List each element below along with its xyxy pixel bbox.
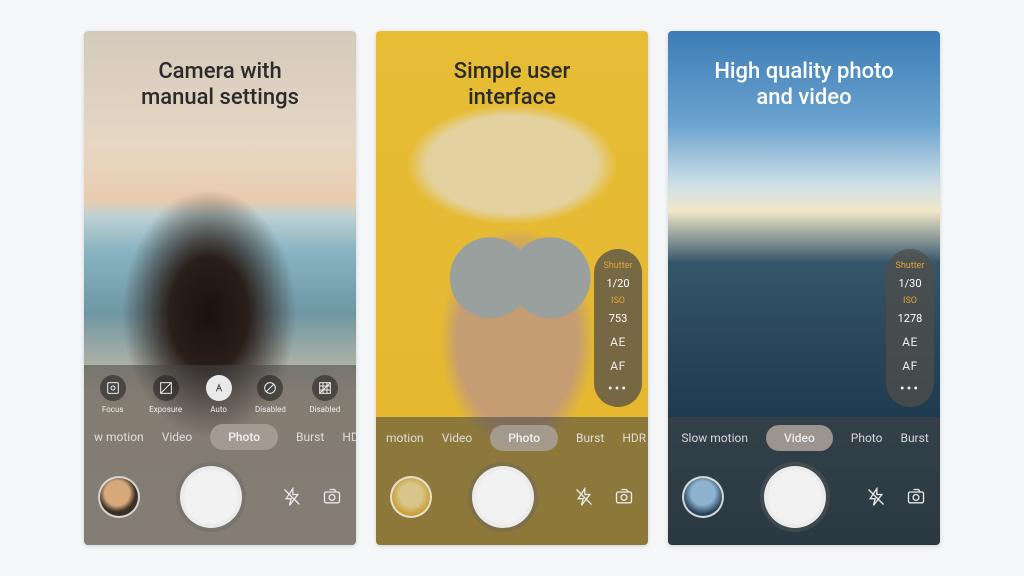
pro-readout-panel: Shutter 1/20 ISO 753 AE AF ••• <box>594 249 642 407</box>
switch-camera-icon[interactable] <box>322 487 342 507</box>
right-control-group <box>866 487 926 507</box>
panel-iso-label: ISO <box>903 296 917 306</box>
manual-settings-row: Focus Exposure Auto Disabled Disabled <box>84 365 356 416</box>
mode-burst[interactable]: Burst <box>296 430 324 444</box>
mode-slow-motion-cut[interactable]: w motion <box>94 430 144 444</box>
mode-burst[interactable]: Burst <box>576 431 604 445</box>
focus-icon <box>100 375 126 401</box>
right-control-group <box>574 487 634 507</box>
switch-camera-icon[interactable] <box>614 487 634 507</box>
mode-video-active[interactable]: Video <box>766 425 833 451</box>
mode-burst[interactable]: Burst <box>900 431 928 445</box>
manual-disabled-button-1[interactable]: Disabled <box>255 375 286 414</box>
manual-label: Focus <box>102 405 124 414</box>
exposure-icon <box>153 375 179 401</box>
right-control-group <box>282 487 342 507</box>
app-screenshot-2: Simple user interface Shutter 1/20 ISO 7… <box>376 31 648 545</box>
marketing-headline: High quality photo and video <box>668 59 940 112</box>
camera-control-overlay: Focus Exposure Auto Disabled Disabled w … <box>84 365 356 545</box>
flash-off-icon[interactable] <box>282 487 302 507</box>
mode-slow-motion[interactable]: Slow motion <box>681 431 748 445</box>
mode-hdr[interactable]: HDR <box>342 430 356 444</box>
mode-video[interactable]: Video <box>162 430 193 444</box>
panel-shutter-value: 1/30 <box>898 277 921 290</box>
manual-exposure-button[interactable]: Exposure <box>149 375 182 414</box>
panel-af-button[interactable]: AF <box>902 359 917 373</box>
gallery-thumbnail[interactable] <box>682 476 724 518</box>
mode-video[interactable]: Video <box>442 431 473 445</box>
shutter-row <box>668 459 940 545</box>
mode-slow-motion-cut[interactable]: motion <box>386 431 424 445</box>
app-screenshot-1: Camera with manual settings Focus Exposu… <box>84 31 356 545</box>
capture-mode-strip[interactable]: w motion Video Photo Burst HDR <box>84 416 356 458</box>
mode-photo-active[interactable]: Photo <box>210 424 278 450</box>
shutter-row <box>84 458 356 545</box>
shutter-button[interactable] <box>180 466 242 528</box>
camera-control-overlay: motion Video Photo Burst HDR <box>376 417 648 545</box>
panel-af-button[interactable]: AF <box>610 359 625 373</box>
panel-iso-value: 753 <box>609 312 628 325</box>
manual-focus-button[interactable]: Focus <box>100 375 126 414</box>
shutter-button[interactable] <box>764 466 826 528</box>
panel-ae-button[interactable]: AE <box>610 335 626 349</box>
app-screenshot-3: High quality photo and video Shutter 1/3… <box>668 31 940 545</box>
capture-mode-strip[interactable]: motion Video Photo Burst HDR <box>376 417 648 459</box>
mode-photo[interactable]: Photo <box>851 431 883 445</box>
panel-more-button[interactable]: ••• <box>900 381 920 397</box>
marketing-headline: Camera with manual settings <box>84 59 356 112</box>
switch-camera-icon[interactable] <box>906 487 926 507</box>
flash-off-icon[interactable] <box>574 487 594 507</box>
manual-label: Disabled <box>255 405 286 414</box>
manual-label: Disabled <box>309 405 340 414</box>
camera-control-overlay: ose Slow motion Video Photo Burst <box>668 417 940 545</box>
auto-icon <box>206 375 232 401</box>
panel-shutter-value: 1/20 <box>606 277 629 290</box>
manual-label: Auto <box>210 405 227 414</box>
manual-disabled-button-2[interactable]: Disabled <box>309 375 340 414</box>
panel-ae-button[interactable]: AE <box>902 335 918 349</box>
mode-hdr[interactable]: HDR <box>622 431 646 445</box>
panel-iso-label: ISO <box>611 296 625 306</box>
marketing-headline: Simple user interface <box>376 59 648 112</box>
gallery-thumbnail[interactable] <box>98 476 140 518</box>
panel-more-button[interactable]: ••• <box>608 381 628 397</box>
pro-readout-panel: Shutter 1/30 ISO 1278 AE AF ••• <box>886 249 934 407</box>
grid-disabled-icon <box>312 375 338 401</box>
shutter-row <box>376 459 648 545</box>
shutter-button[interactable] <box>472 466 534 528</box>
manual-label: Exposure <box>149 405 182 414</box>
panel-iso-value: 1278 <box>898 312 923 325</box>
capture-mode-strip[interactable]: ose Slow motion Video Photo Burst <box>668 417 940 459</box>
mode-photo-active[interactable]: Photo <box>490 425 558 451</box>
flash-off-icon[interactable] <box>866 487 886 507</box>
manual-auto-button[interactable]: Auto <box>206 375 232 414</box>
panel-shutter-label: Shutter <box>604 261 633 271</box>
gallery-thumbnail[interactable] <box>390 476 432 518</box>
disabled-icon <box>257 375 283 401</box>
panel-shutter-label: Shutter <box>896 261 925 271</box>
